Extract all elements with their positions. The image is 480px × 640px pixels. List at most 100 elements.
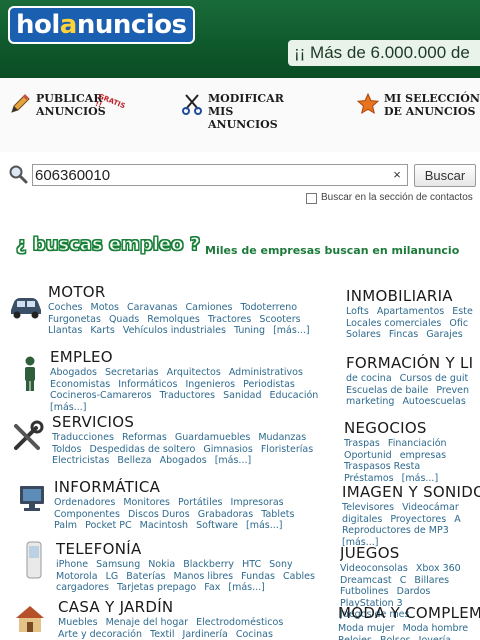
category-link[interactable]: Bolsos <box>380 635 411 640</box>
category-link[interactable]: Componentes <box>54 509 120 520</box>
more-link[interactable]: [más...] <box>228 582 265 593</box>
category-link[interactable]: Proyectores <box>390 514 446 525</box>
category-link[interactable]: Fundas <box>241 571 275 582</box>
category-link[interactable]: Fax <box>204 582 220 593</box>
category-link[interactable]: Cocinas <box>236 629 273 640</box>
category-link[interactable]: Billares <box>414 575 449 586</box>
category-link[interactable]: Tractores <box>208 314 251 325</box>
category-link[interactable]: Escuelas de baile <box>346 385 428 396</box>
category-link[interactable]: Locales comerciales <box>346 318 441 329</box>
site-logo[interactable]: holanuncios <box>8 6 195 44</box>
category-link[interactable]: Discos Duros <box>128 509 190 520</box>
category-link[interactable]: Este <box>452 306 473 317</box>
category-link[interactable]: Ingenieros <box>185 379 235 390</box>
category-link[interactable]: Pocket PC <box>85 520 132 531</box>
category-link[interactable]: Apartamentos <box>377 306 444 317</box>
publish-ads-button[interactable]: PUBLICAR ANUNCIOS GRATIS !! <box>8 92 126 118</box>
category-title[interactable]: SERVICIOS <box>52 413 330 431</box>
category-link[interactable]: Autoescuelas <box>402 396 465 407</box>
category-link[interactable]: Reproductores de MP3 <box>342 525 449 536</box>
category-link[interactable]: iPhone <box>56 559 88 570</box>
category-link[interactable]: Joyería <box>419 635 451 640</box>
category-link[interactable]: C <box>400 575 407 586</box>
category-title[interactable]: MOTOR <box>48 283 328 301</box>
category-title[interactable]: MODA Y COMPLEM <box>338 604 480 622</box>
category-link[interactable]: Electrodomésticos <box>196 617 283 628</box>
category-link[interactable]: Secretarias <box>105 367 159 378</box>
category-link[interactable]: Mudanzas <box>258 432 306 443</box>
category-link[interactable]: Manos libres <box>174 571 234 582</box>
category-link[interactable]: Televisores <box>342 502 394 513</box>
category-link[interactable]: Arte y decoración <box>58 629 142 640</box>
more-link[interactable]: [más...] <box>273 325 310 336</box>
category-link[interactable]: Videocámar <box>402 502 459 513</box>
category-link[interactable]: Cursos de guit <box>400 373 469 384</box>
category-title[interactable]: FORMACIÓN Y LI <box>346 354 480 372</box>
category-link[interactable]: Relojes <box>338 635 372 640</box>
category-link[interactable]: Vehículos industriales <box>123 325 226 336</box>
category-link[interactable]: Abogados <box>160 455 207 466</box>
category-link[interactable]: Tarjetas prepago <box>117 582 196 593</box>
category-link[interactable]: Educación <box>270 390 319 401</box>
category-link[interactable]: Impresoras <box>231 497 284 508</box>
category-link[interactable]: Preven <box>436 385 469 396</box>
category-link[interactable]: empresas <box>400 450 446 461</box>
category-link[interactable]: Sony <box>269 559 293 570</box>
category-link[interactable]: Motorola <box>56 571 98 582</box>
category-link[interactable]: Scooters <box>259 314 300 325</box>
category-link[interactable]: Blackberry <box>183 559 234 570</box>
category-link[interactable]: Jardinería <box>183 629 228 640</box>
category-link[interactable]: Solares <box>346 329 381 340</box>
more-link[interactable]: [más...] <box>402 473 439 484</box>
category-link[interactable]: cargadores <box>56 582 109 593</box>
category-link[interactable]: Traspas <box>344 438 380 449</box>
category-link[interactable]: Ofic <box>449 318 468 329</box>
category-link[interactable]: Cables <box>283 571 315 582</box>
category-link[interactable]: Quads <box>109 314 139 325</box>
category-link[interactable]: Xbox 360 <box>416 563 461 574</box>
search-input[interactable] <box>32 164 408 186</box>
category-link[interactable]: Reformas <box>122 432 167 443</box>
category-link[interactable]: Financiación <box>388 438 447 449</box>
category-link[interactable]: Abogados <box>50 367 97 378</box>
category-link[interactable]: Videoconsolas <box>340 563 408 574</box>
category-link[interactable]: Monitores <box>123 497 170 508</box>
category-link[interactable]: Informáticos <box>118 379 177 390</box>
category-link[interactable]: Administrativos <box>229 367 303 378</box>
category-link[interactable]: Macintosh <box>140 520 188 531</box>
category-title[interactable]: TELEFONÍA <box>56 540 330 558</box>
category-link[interactable]: Belleza <box>117 455 151 466</box>
category-link[interactable]: Moda mujer <box>338 623 395 634</box>
category-link[interactable]: Muebles <box>58 617 98 628</box>
category-link[interactable]: LG <box>106 571 119 582</box>
category-link[interactable]: Furgonetas <box>48 314 101 325</box>
edit-ads-button[interactable]: MODIFICAR MIS ANUNCIOS <box>180 92 294 131</box>
more-link[interactable]: [más...] <box>215 455 252 466</box>
category-link[interactable]: Gimnasios <box>203 444 252 455</box>
category-link[interactable]: Dardos <box>397 586 431 597</box>
category-link[interactable]: Periodistas <box>243 379 295 390</box>
category-title[interactable]: EMPLEO <box>50 348 330 366</box>
category-link[interactable]: Karts <box>90 325 114 336</box>
category-link[interactable]: A <box>454 514 461 525</box>
category-link[interactable]: Llantas <box>48 325 82 336</box>
category-link[interactable]: Arquitectos <box>167 367 221 378</box>
category-link[interactable]: Ordenadores <box>54 497 115 508</box>
category-link[interactable]: Remolques <box>147 314 200 325</box>
category-link[interactable]: Dreamcast <box>340 575 392 586</box>
clear-search-icon[interactable]: × <box>390 166 404 184</box>
category-title[interactable]: INMOBILIARIA <box>346 287 480 305</box>
category-link[interactable]: Oportunid <box>344 450 392 461</box>
category-title[interactable]: INFORMÁTICA <box>54 478 330 496</box>
search-contacts-checkbox[interactable] <box>306 193 317 204</box>
job-promo-title[interactable]: ¿ buscas empleo ? <box>15 234 200 256</box>
category-link[interactable]: Motos <box>91 302 120 313</box>
category-link[interactable]: Electricistas <box>52 455 109 466</box>
category-link[interactable]: Futbolines <box>340 586 389 597</box>
category-title[interactable]: JUEGOS <box>340 544 480 562</box>
category-link[interactable]: Traducciones <box>52 432 114 443</box>
category-link[interactable]: marketing <box>346 396 394 407</box>
category-link[interactable]: Floristerías <box>261 444 313 455</box>
category-link[interactable]: Tuning <box>234 325 265 336</box>
category-title[interactable]: CASA Y JARDÍN <box>58 598 330 616</box>
